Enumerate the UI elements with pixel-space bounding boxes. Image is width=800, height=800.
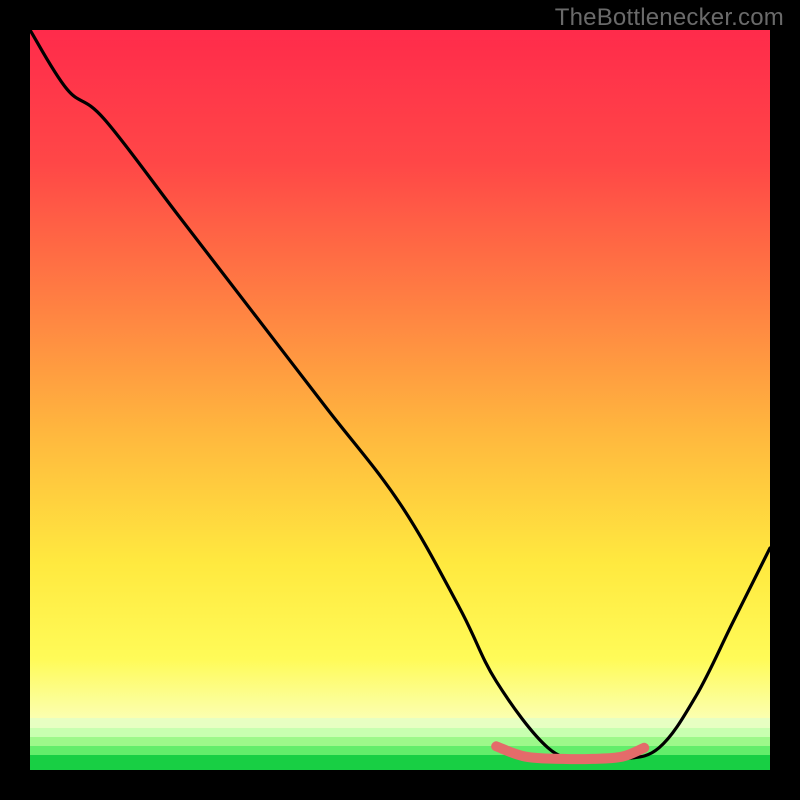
accent-segment [496, 746, 644, 759]
bottleneck-curve [30, 30, 770, 760]
watermark-text: TheBottlenecker.com [555, 4, 784, 32]
curve-layer [30, 30, 770, 770]
root: TheBottlenecker.com [0, 0, 800, 800]
